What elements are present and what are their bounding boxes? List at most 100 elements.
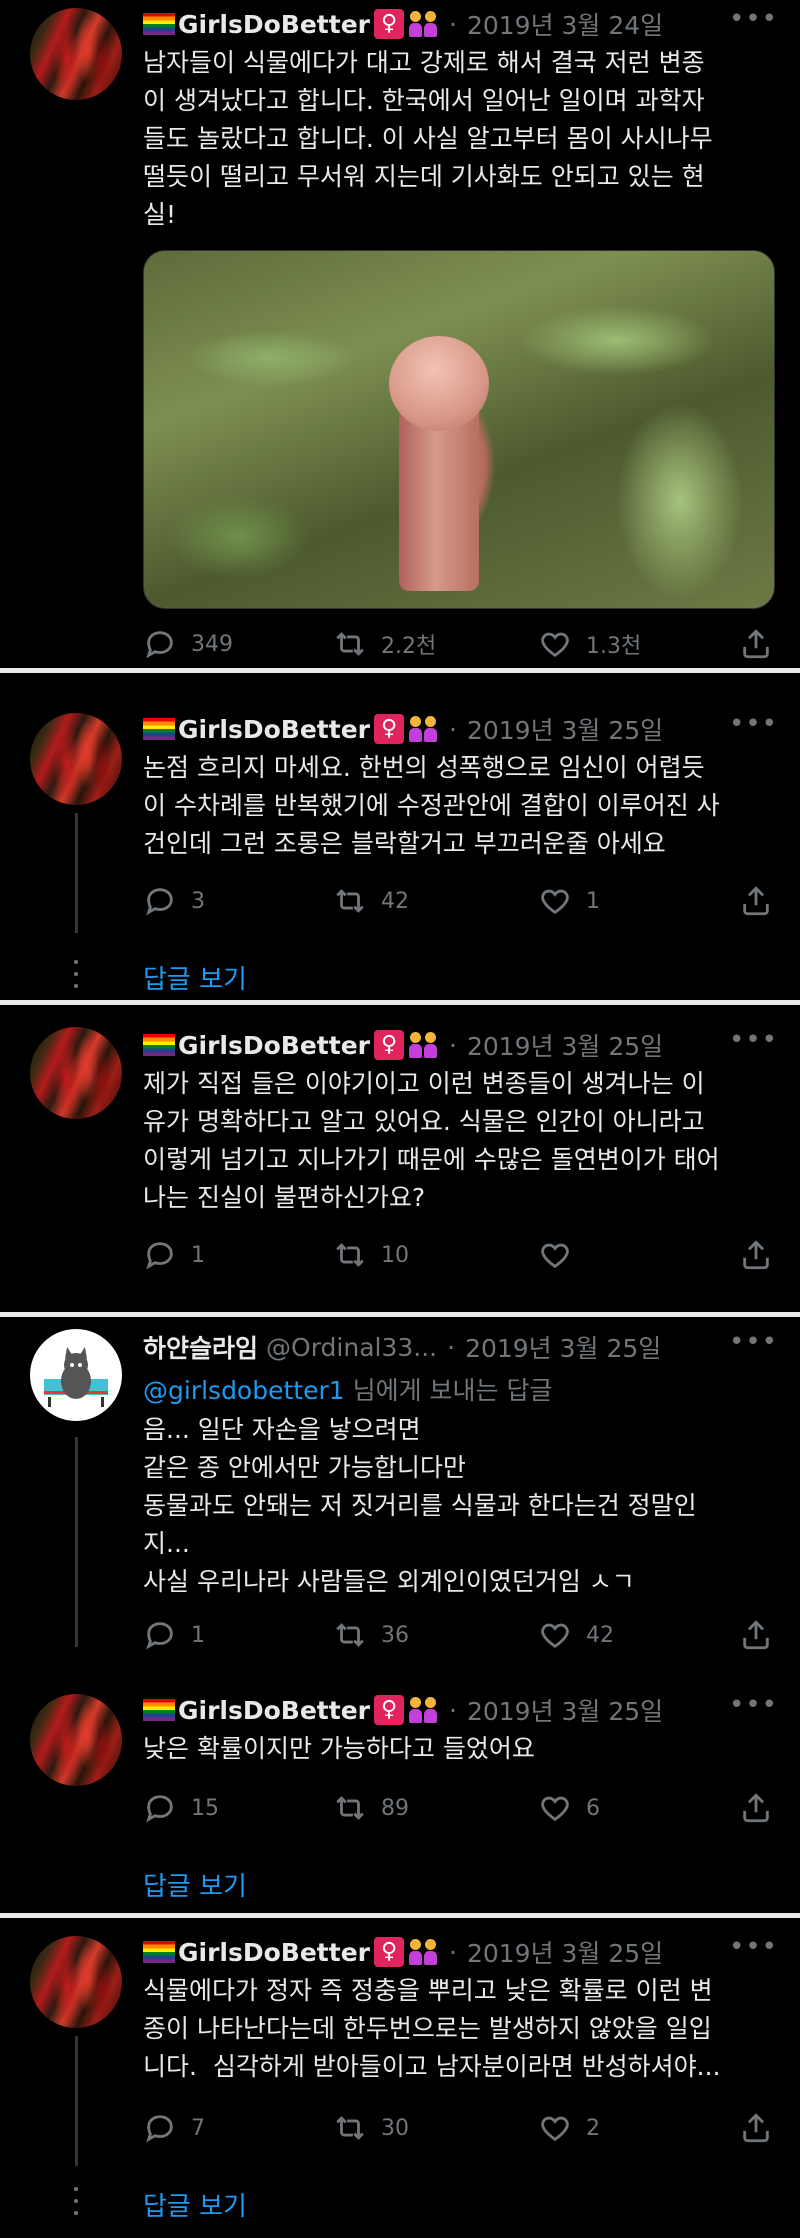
like-button[interactable]: 6 — [538, 1790, 600, 1826]
mention-link[interactable]: @girlsdobetter1 — [143, 1376, 345, 1405]
timestamp[interactable]: 2019년 3월 24일 — [467, 6, 663, 42]
share-icon — [743, 886, 769, 916]
reply-button[interactable]: 1 — [143, 1617, 205, 1653]
retweet-button[interactable]: 30 — [333, 2110, 409, 2146]
retweet-count: 36 — [381, 1622, 409, 1648]
user-handle[interactable]: @Ordinal33... — [266, 1333, 437, 1362]
reply-icon — [146, 2115, 173, 2143]
retweet-button[interactable]: 89 — [333, 1790, 409, 1826]
reply-button[interactable]: 15 — [143, 1790, 219, 1826]
female-sign-icon: ♀ — [374, 9, 404, 39]
share-icon — [743, 1793, 769, 1823]
avatar[interactable] — [30, 1694, 122, 1786]
tweet[interactable]: 하얀슬라임 @Ordinal33... · 2019년 3월 25일 ••• @… — [0, 1317, 800, 1650]
share-button[interactable] — [739, 2110, 787, 2146]
retweet-count: 89 — [381, 1795, 409, 1821]
reply-count: 3 — [191, 888, 205, 914]
reply-button[interactable]: 349 — [143, 626, 233, 662]
show-replies-link[interactable]: 답글 보기 — [143, 2186, 247, 2223]
display-name[interactable]: GirlsDoBetter — [178, 1031, 370, 1060]
retweet-button[interactable]: 2.2천 — [333, 626, 436, 662]
avatar[interactable] — [30, 8, 122, 100]
more-icon[interactable]: ••• — [729, 1690, 778, 1720]
heart-icon — [541, 2116, 569, 2142]
retweet-button[interactable]: 36 — [333, 1617, 409, 1653]
display-name[interactable]: GirlsDoBetter — [178, 1696, 370, 1725]
tweet[interactable]: GirlsDoBetter ♀ · 2019년 3월 25일 ••• 제가 직접… — [0, 1005, 800, 1312]
retweet-button[interactable]: 42 — [333, 883, 409, 919]
two-women-icon — [407, 714, 439, 744]
share-button[interactable] — [739, 883, 787, 919]
tweet-actions: 3 42 1 — [143, 883, 783, 919]
share-button[interactable] — [739, 1790, 787, 1826]
rainbow-flag-icon — [143, 1941, 175, 1963]
like-button[interactable]: 1 — [538, 883, 600, 919]
share-button[interactable] — [739, 1237, 787, 1273]
rainbow-flag-icon — [143, 718, 175, 740]
reply-count: 349 — [191, 631, 233, 657]
like-button[interactable]: 1.3천 — [538, 626, 641, 662]
timestamp[interactable]: 2019년 3월 25일 — [465, 1329, 661, 1365]
avatar[interactable] — [30, 1027, 122, 1119]
share-icon — [743, 1620, 769, 1650]
avatar[interactable] — [30, 713, 122, 805]
avatar[interactable] — [30, 1329, 122, 1421]
share-button[interactable] — [739, 1617, 787, 1653]
share-button[interactable] — [739, 626, 787, 662]
more-icon[interactable]: ••• — [729, 1025, 778, 1055]
tweet-image[interactable] — [143, 250, 775, 609]
display-name[interactable]: GirlsDoBetter — [178, 10, 370, 39]
rainbow-flag-icon — [143, 1034, 175, 1056]
tweet[interactable]: GirlsDoBetter ♀ · 2019년 3월 25일 ••• 논점 흐리… — [0, 673, 800, 1000]
display-name[interactable]: GirlsDoBetter — [178, 1938, 370, 1967]
display-name[interactable]: 하얀슬라임 — [143, 1329, 258, 1365]
two-women-icon — [407, 1695, 439, 1725]
tweet-text: 남자들이 식물에다가 대고 강제로 해서 결국 저런 변종 이 생겨났다고 합니… — [143, 48, 713, 229]
show-replies-link[interactable]: 답글 보기 — [143, 1866, 247, 1903]
share-icon — [743, 1240, 769, 1270]
timestamp[interactable]: 2019년 3월 25일 — [467, 1692, 663, 1728]
tweet[interactable]: GirlsDoBetter ♀ · 2019년 3월 25일 ••• 낮은 확률… — [0, 1690, 800, 1913]
timestamp[interactable]: 2019년 3월 25일 — [467, 1027, 663, 1063]
timestamp[interactable]: 2019년 3월 25일 — [467, 1934, 663, 1970]
reply-button[interactable]: 3 — [143, 883, 205, 919]
more-icon[interactable]: ••• — [729, 1932, 778, 1962]
thread-line — [75, 813, 78, 933]
reply-count: 1 — [191, 1242, 205, 1268]
reply-button[interactable]: 7 — [143, 2110, 205, 2146]
tweet-actions: 15 89 6 — [143, 1790, 783, 1826]
reply-icon — [146, 1622, 173, 1650]
retweet-button[interactable]: 10 — [333, 1237, 409, 1273]
like-button[interactable]: 2 — [538, 2110, 600, 2146]
share-icon — [743, 2113, 769, 2143]
thread-line — [75, 1437, 78, 1647]
reply-icon — [146, 631, 173, 659]
show-replies-link[interactable]: 답글 보기 — [143, 959, 247, 996]
female-sign-icon: ♀ — [374, 714, 404, 744]
heart-icon — [541, 889, 569, 915]
more-icon[interactable]: ••• — [729, 1327, 778, 1357]
retweet-count: 10 — [381, 1242, 409, 1268]
tweet-actions: 7 30 2 — [143, 2110, 783, 2146]
reply-count: 7 — [191, 2115, 205, 2141]
timestamp[interactable]: 2019년 3월 25일 — [467, 711, 663, 747]
replying-to: @girlsdobetter1 님에게 보내는 답글 — [143, 1376, 553, 1405]
tweet-text: 음... 일단 자손을 낳으려면 같은 종 안에서만 가능합니다만 동물과도 안… — [143, 1415, 697, 1596]
like-button[interactable]: 42 — [538, 1617, 614, 1653]
tweet[interactable]: GirlsDoBetter ♀ · 2019년 3월 25일 ••• 식물에다가… — [0, 1918, 800, 2238]
retweet-count: 42 — [381, 888, 409, 914]
like-count: 1 — [586, 888, 600, 914]
like-count: 42 — [586, 1622, 614, 1648]
more-icon[interactable]: ••• — [729, 4, 778, 34]
reply-button[interactable]: 1 — [143, 1237, 205, 1273]
thread-line — [75, 2036, 78, 2166]
tweet-text: 제가 직접 들은 이야기이고 이런 변종들이 생겨나는 이 유가 명확하다고 알… — [143, 1069, 720, 1212]
reply-icon — [146, 1242, 173, 1270]
retweet-count: 30 — [381, 2115, 409, 2141]
avatar[interactable] — [30, 1936, 122, 2028]
tweet[interactable]: GirlsDoBetter ♀ · 2019년 3월 24일 ••• 남자들이 … — [0, 0, 800, 668]
like-button[interactable] — [538, 1237, 586, 1273]
display-name[interactable]: GirlsDoBetter — [178, 715, 370, 744]
more-icon[interactable]: ••• — [729, 709, 778, 739]
two-women-icon — [407, 9, 439, 39]
